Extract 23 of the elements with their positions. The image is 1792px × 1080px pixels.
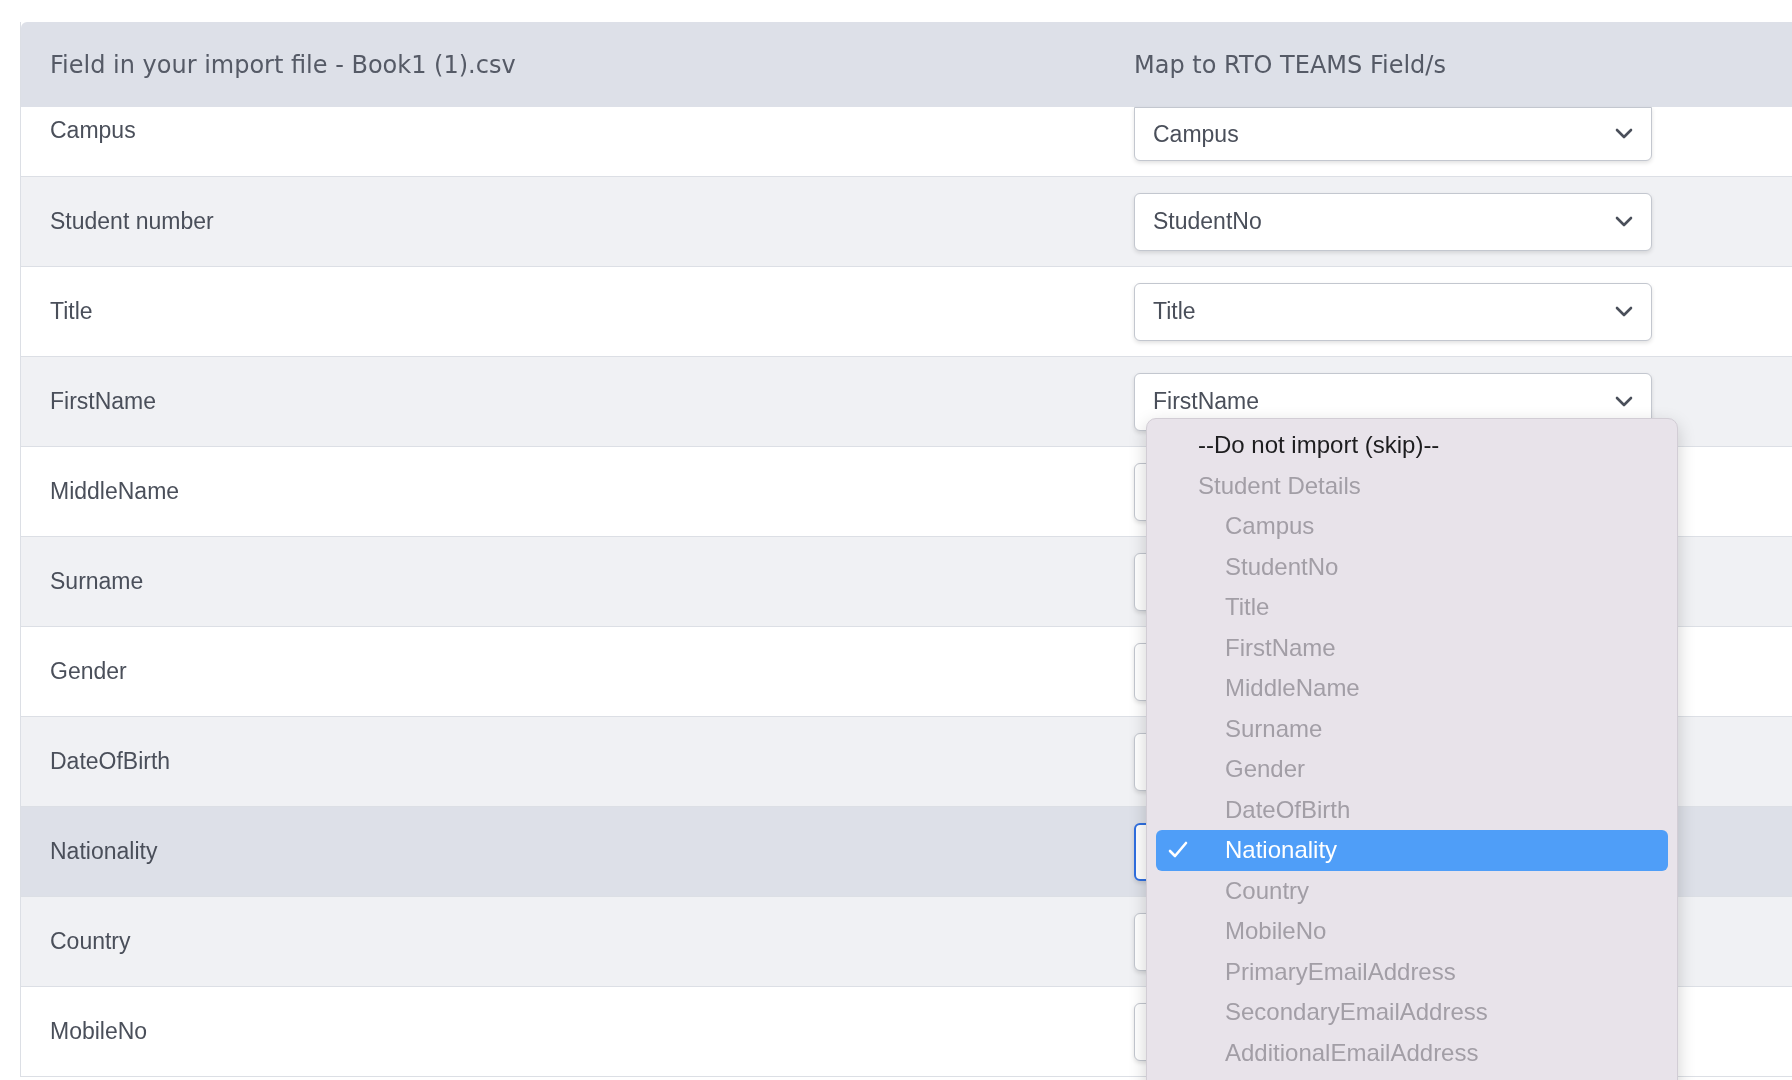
- mapping-select[interactable]: Title: [1134, 282, 1652, 341]
- chevron-down-icon: [1615, 128, 1633, 140]
- column-header: Field in your import file - Book1 (1).csv: [49, 50, 517, 79]
- mapping-select[interactable]: Campus: [1134, 107, 1652, 161]
- chevron-down-icon: [1615, 395, 1633, 408]
- column-header: Map to RTO TEAMS Field/s: [1134, 50, 1446, 79]
- field-name: Nationality: [49, 838, 159, 865]
- field-name: Student number: [49, 208, 215, 235]
- field-name: Campus: [49, 116, 137, 144]
- field-name: MobileNo: [49, 1018, 149, 1045]
- field-name: MiddleName: [49, 478, 181, 505]
- field-name: Country: [49, 928, 132, 955]
- field-name: FirstName: [49, 388, 158, 415]
- field-name: DateOfBirth: [49, 748, 172, 775]
- dropdown-option[interactable]: Nationality: [1156, 830, 1668, 871]
- field-name: Surname: [49, 568, 145, 595]
- chevron-down-icon: [1615, 215, 1633, 228]
- check-icon: [1168, 841, 1188, 859]
- field-name: Title: [49, 298, 94, 325]
- option-group-label: Student Details: [1197, 470, 1362, 501]
- mapping-select[interactable]: StudentNo: [1134, 192, 1652, 251]
- chevron-down-icon: [1615, 305, 1633, 318]
- field-name: Gender: [49, 658, 128, 685]
